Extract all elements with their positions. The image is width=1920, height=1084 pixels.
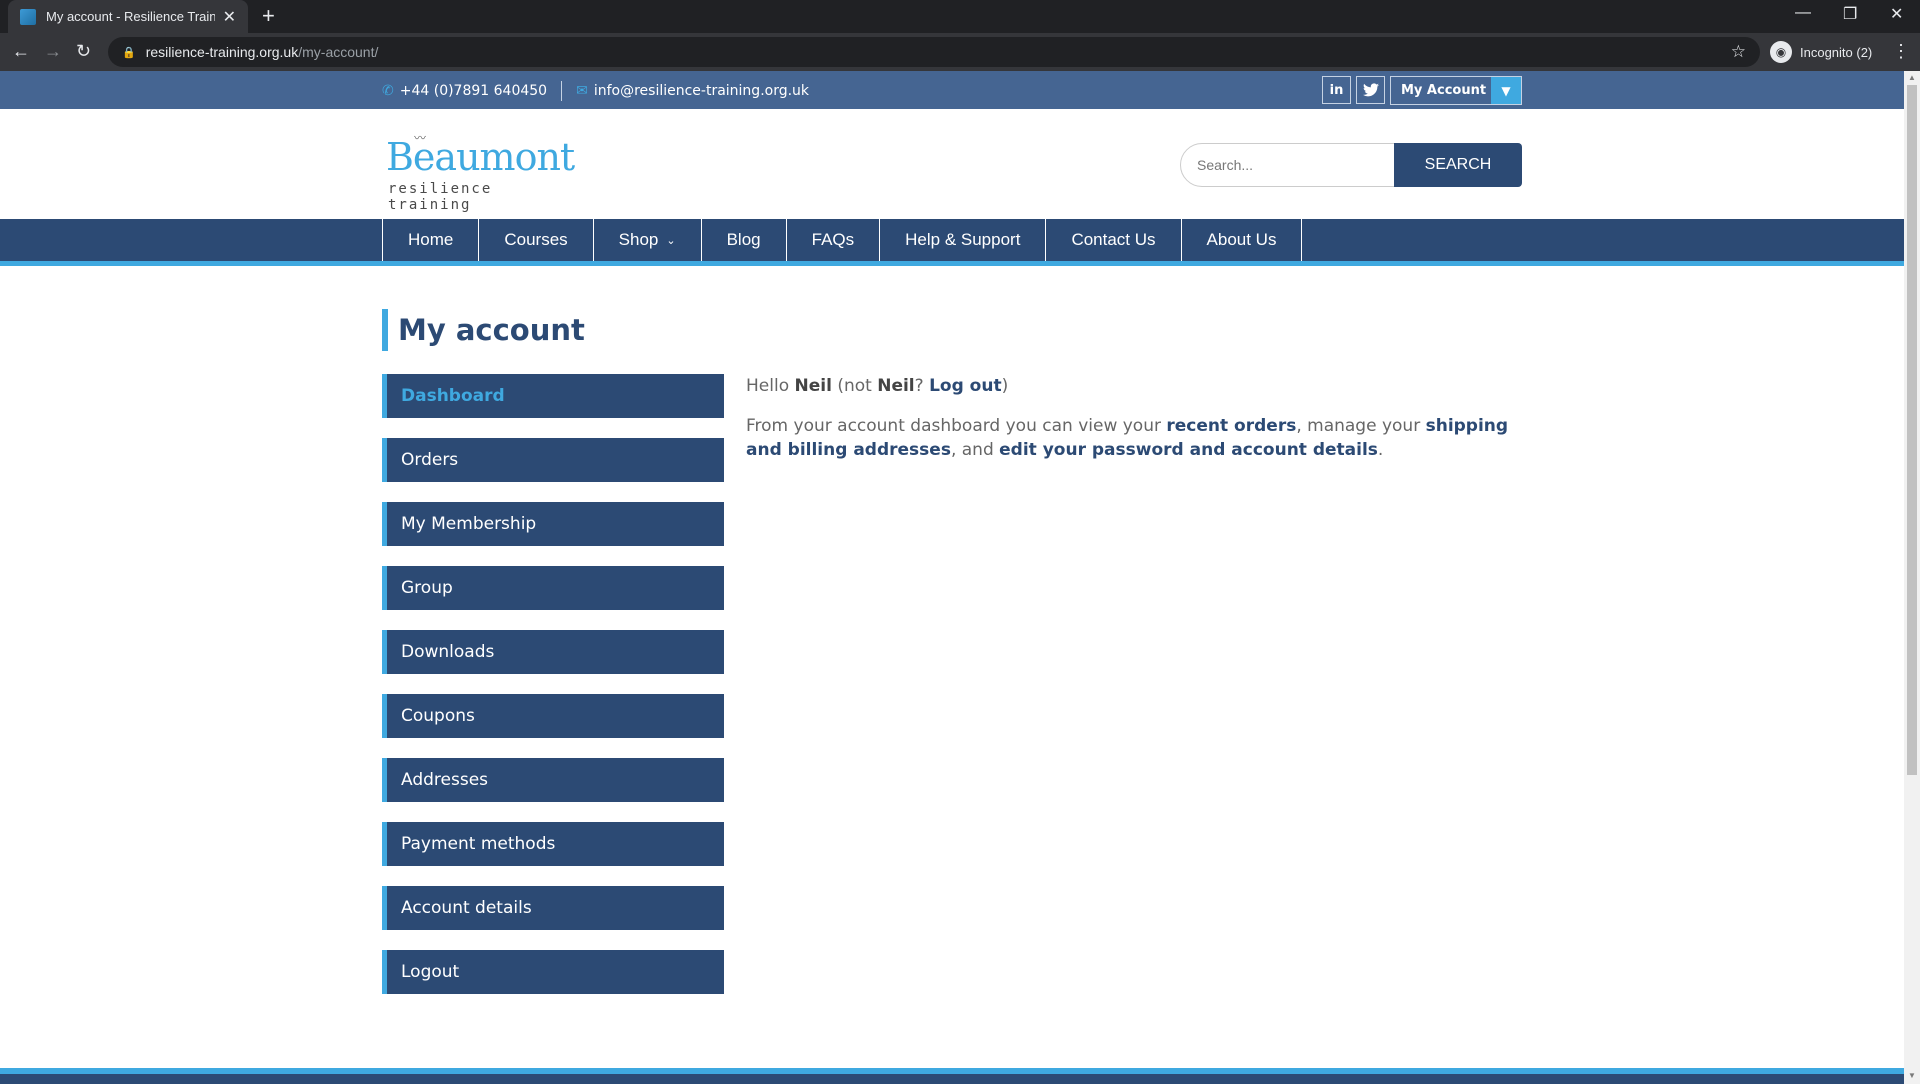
- contact-info: ✆ +44 (0)7891 640450 ✉ info@resilience-t…: [382, 81, 809, 101]
- address-bar[interactable]: 🔒 resilience-training.org.uk/my-account/…: [108, 37, 1760, 67]
- logo-name: Beaumont: [386, 135, 575, 179]
- account-details-link[interactable]: edit your password and account details: [999, 440, 1378, 460]
- nav-label: Blog: [726, 230, 761, 249]
- browser-menu-icon[interactable]: ⋮: [1892, 41, 1910, 62]
- browser-tab-bar: My account - Resilience Training ✕ + — ❐…: [0, 0, 1920, 33]
- twitter-bird-icon: [1362, 83, 1379, 97]
- account-nav-orders[interactable]: Orders: [382, 438, 724, 482]
- my-account-label: My Account: [1401, 83, 1487, 98]
- nav-label: Contact Us: [1071, 230, 1156, 249]
- nav-label: Shop: [618, 230, 659, 249]
- incognito-indicator[interactable]: ◉ Incognito (2): [1770, 40, 1872, 64]
- dashboard-description: From your account dashboard you can view…: [746, 414, 1526, 462]
- tab-title: My account - Resilience Training: [46, 9, 215, 24]
- scrollbar-thumb[interactable]: [1907, 85, 1917, 775]
- nav-label: About Us: [1206, 230, 1277, 249]
- url-path: /my-account/: [298, 44, 379, 60]
- close-tab-icon[interactable]: ✕: [223, 7, 236, 27]
- chevron-down-icon: ⌄: [666, 234, 676, 247]
- search-button[interactable]: SEARCH: [1394, 143, 1522, 187]
- nav-item-blog[interactable]: Blog: [702, 219, 787, 261]
- nav-label: FAQs: [811, 230, 855, 249]
- greeting-hello: Hello: [746, 376, 790, 396]
- account-nav-addresses[interactable]: Addresses: [382, 758, 724, 802]
- reload-icon[interactable]: ↻: [76, 41, 91, 61]
- scroll-up-icon[interactable]: ▲: [1908, 73, 1916, 82]
- username-repeat: Neil: [877, 376, 915, 396]
- browser-toolbar: ← → ↻ 🔒 resilience-training.org.uk/my-ac…: [0, 33, 1920, 71]
- nav-items: Home Courses Shop ⌄ Blog FAQs Help & Supp…: [382, 219, 1303, 261]
- site-header: 〰 Beaumont resilience training SEARCH: [0, 109, 1904, 219]
- nav-label: Help & Support: [905, 230, 1021, 249]
- bookmark-star-icon[interactable]: ☆: [1731, 42, 1746, 62]
- caret-down-icon[interactable]: ▼: [1491, 77, 1521, 104]
- description-text: .: [1377, 440, 1384, 460]
- dashboard-content: Hello Neil (not Neil? Log out) From your…: [746, 374, 1526, 478]
- phone-icon: ✆: [382, 83, 394, 99]
- footer: [0, 1074, 1904, 1084]
- account-nav-payment-methods[interactable]: Payment methods: [382, 822, 724, 866]
- nav-item-help-support[interactable]: Help & Support: [880, 219, 1047, 261]
- back-icon[interactable]: ←: [12, 41, 30, 61]
- recent-orders-link[interactable]: recent orders: [1166, 416, 1296, 436]
- site-favicon-icon: [20, 8, 36, 25]
- nav-label: Courses: [504, 230, 568, 249]
- account-navigation: Dashboard Orders My Membership Group Dow…: [382, 374, 724, 1014]
- browser-tab[interactable]: My account - Resilience Training ✕: [8, 0, 248, 33]
- nav-item-courses[interactable]: Courses: [479, 219, 594, 261]
- email-icon: ✉: [576, 83, 588, 99]
- page-title: My account: [382, 309, 585, 351]
- logo-tagline: resilience training: [388, 181, 493, 213]
- nav-item-shop[interactable]: Shop ⌄: [594, 219, 702, 261]
- incognito-label: Incognito (2): [1800, 44, 1873, 60]
- main-navigation: Home Courses Shop ⌄ Blog FAQs Help & Supp…: [0, 219, 1904, 266]
- twitter-icon[interactable]: [1356, 76, 1385, 104]
- description-text: , manage your: [1296, 416, 1421, 436]
- linkedin-icon[interactable]: in: [1322, 76, 1351, 104]
- nav-item-home[interactable]: Home: [383, 219, 480, 261]
- logout-link[interactable]: Log out: [929, 376, 1002, 396]
- my-account-dropdown[interactable]: My Account ▼: [1390, 76, 1522, 105]
- account-nav-logout[interactable]: Logout: [382, 950, 724, 994]
- minimize-icon[interactable]: —: [1795, 4, 1811, 22]
- new-tab-icon[interactable]: +: [262, 4, 275, 28]
- window-close-icon[interactable]: ✕: [1890, 4, 1903, 24]
- incognito-icon: ◉: [1770, 41, 1792, 63]
- forward-icon[interactable]: →: [44, 41, 62, 61]
- account-nav-account-details[interactable]: Account details: [382, 886, 724, 930]
- username: Neil: [794, 376, 832, 396]
- restore-icon[interactable]: ❐: [1843, 4, 1857, 24]
- nav-item-contact-us[interactable]: Contact Us: [1046, 219, 1182, 261]
- description-text: From your account dashboard you can view…: [746, 416, 1161, 436]
- divider: [561, 81, 563, 101]
- url-domain: resilience-training.org.uk: [145, 44, 299, 60]
- site-logo[interactable]: 〰 Beaumont resilience training: [382, 129, 575, 213]
- description-text: , and: [950, 440, 994, 460]
- account-nav-dashboard[interactable]: Dashboard: [382, 374, 724, 418]
- scroll-down-icon[interactable]: ▼: [1908, 1071, 1916, 1080]
- email-link[interactable]: info@resilience-training.org.uk: [594, 83, 809, 99]
- greeting: Hello Neil (not Neil? Log out): [746, 374, 1526, 398]
- account-nav-downloads[interactable]: Downloads: [382, 630, 724, 674]
- nav-item-about-us[interactable]: About Us: [1182, 219, 1303, 261]
- lock-icon: 🔒: [122, 46, 136, 59]
- account-nav-group[interactable]: Group: [382, 566, 724, 610]
- greeting-question: ?: [914, 376, 924, 396]
- web-page: ✆ +44 (0)7891 640450 ✉ info@resilience-t…: [0, 71, 1904, 1084]
- page-scrollbar[interactable]: ▲ ▼: [1904, 71, 1920, 1084]
- greeting-not: (not: [837, 376, 872, 396]
- account-nav-my-membership[interactable]: My Membership: [382, 502, 724, 546]
- nav-label: Home: [408, 230, 454, 249]
- phone-number[interactable]: +44 (0)7891 640450: [400, 83, 547, 99]
- account-nav-coupons[interactable]: Coupons: [382, 694, 724, 738]
- greeting-close: ): [1001, 376, 1009, 396]
- top-contact-bar: ✆ +44 (0)7891 640450 ✉ info@resilience-t…: [0, 71, 1904, 109]
- nav-item-faqs[interactable]: FAQs: [787, 219, 881, 261]
- search-input[interactable]: [1180, 143, 1400, 187]
